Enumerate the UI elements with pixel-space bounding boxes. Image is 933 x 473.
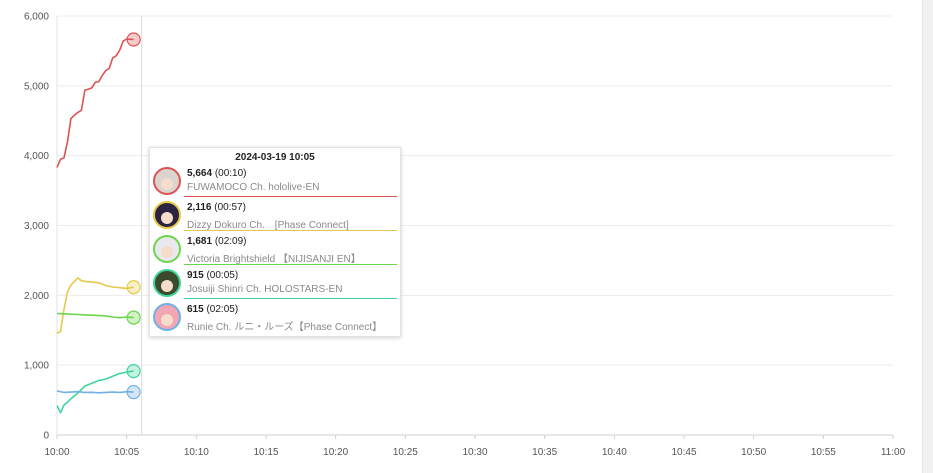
hover-point-marker	[126, 32, 141, 47]
tooltip-value: 5,664	[187, 168, 213, 179]
tooltip-series-line	[184, 196, 397, 197]
tooltip-series-line	[184, 230, 397, 231]
avatar	[153, 201, 181, 229]
y-tick-label: 4,000	[24, 151, 49, 162]
x-tick-label: 10:45	[671, 447, 696, 458]
x-tick-label: 10:15	[253, 447, 278, 458]
x-tick-label: 10:20	[323, 447, 348, 458]
hover-point-marker	[126, 310, 141, 325]
y-tick-label: 3,000	[24, 221, 49, 232]
tooltip-channel-name: FUWAMOCO Ch. hololive-EN	[187, 182, 320, 193]
tooltip-title: 2024-03-19 10:05	[235, 152, 315, 163]
x-tick-label: 10:00	[44, 447, 69, 458]
vertical-scrollbar[interactable]	[922, 0, 933, 473]
x-tick-label: 10:30	[462, 447, 487, 458]
avatar	[153, 235, 181, 263]
avatar	[153, 269, 181, 297]
y-tick-label: 6,000	[24, 12, 49, 23]
tooltip-channel-name: Dizzy Dokuro Ch. [Phase Connect]	[187, 220, 349, 231]
series-line	[56, 312, 134, 319]
series-line	[56, 38, 134, 168]
x-tick-label: 11:00	[881, 447, 906, 458]
y-tick-label: 5,000	[24, 81, 49, 92]
avatar	[153, 167, 181, 195]
tooltip-row: 5,664 (00:10) FUWAMOCO Ch. hololive-EN	[153, 166, 397, 199]
x-tick-label: 10:25	[393, 447, 418, 458]
tooltip-channel-name: Josuiji Shinri Ch. HOLOSTARS-EN	[187, 284, 343, 295]
tooltip-duration: (02:09)	[214, 236, 247, 247]
tooltip-duration: (02:05)	[206, 304, 239, 315]
tooltip-duration: (00:10)	[214, 168, 247, 179]
tooltip-value: 615	[187, 304, 204, 315]
x-tick-label: 10:50	[741, 447, 766, 458]
x-tick-label: 10:10	[184, 447, 209, 458]
tooltip-channel-name: Victoria Brightshield 【NIJISANJI EN】	[187, 254, 361, 265]
tooltip-value: 2,116	[187, 202, 212, 213]
x-tick-label: 10:05	[114, 447, 139, 458]
tooltip-value: 915	[187, 270, 204, 281]
tooltip-row: 915 (00:05) Josuiji Shinri Ch. HOLOSTARS…	[153, 268, 397, 301]
hover-point-marker	[126, 364, 141, 379]
line-chart[interactable]: 0 1,000 2,000 3,000 4,000 5,000 6,000 10:00 10:0…	[0, 0, 933, 473]
y-tick-label: 2,000	[24, 291, 49, 302]
tooltip-series-line	[184, 298, 397, 299]
chart-container: 0 1,000 2,000 3,000 4,000 5,000 6,000 10:00 10:0…	[0, 0, 933, 473]
y-tick-label: 1,000	[24, 361, 49, 372]
tooltip-channel-name: Runie Ch. ルニ・ルーズ【Phase Connect】	[187, 322, 383, 333]
chart-tooltip: 2024-03-19 10:05 5,664 (00:10) FUWAMOCO …	[149, 147, 401, 337]
tooltip-value: 1,681	[187, 236, 213, 247]
series-line	[56, 390, 134, 394]
tooltip-row: 2,116 (00:57) Dizzy Dokuro Ch. [Phase Co…	[153, 200, 397, 233]
avatar	[153, 303, 181, 331]
y-tick-label: 0	[43, 431, 49, 442]
tooltip-duration: (00:57)	[214, 202, 246, 213]
tooltip-row: 615 (02:05) Runie Ch. ルニ・ルーズ【Phase Conne…	[153, 302, 397, 335]
tooltip-series-line	[184, 264, 397, 265]
tooltip-duration: (00:05)	[206, 270, 239, 281]
x-tick-label: 10:35	[532, 447, 557, 458]
x-tick-label: 10:40	[602, 447, 627, 458]
x-tick-label: 10:55	[811, 447, 836, 458]
hover-point-marker	[126, 384, 141, 400]
series-line	[56, 277, 134, 334]
tooltip-row: 1,681 (02:09) Victoria Brightshield 【NIJ…	[153, 234, 397, 267]
hover-point-marker	[126, 280, 141, 295]
